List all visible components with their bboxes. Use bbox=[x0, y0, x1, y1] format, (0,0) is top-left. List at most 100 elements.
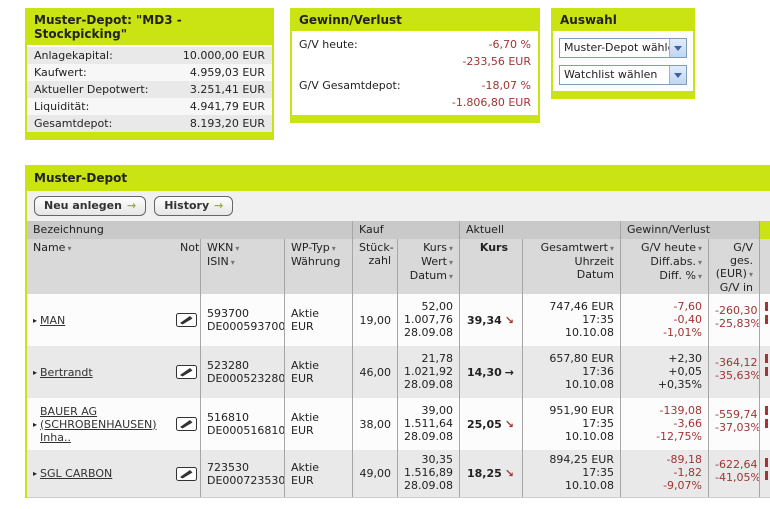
trend-down-icon: ↘ bbox=[504, 467, 514, 480]
summary-row: Anlagekapital: 10.000,00 EUR bbox=[27, 47, 272, 64]
gv-today-eur: -233,56 EUR bbox=[462, 55, 531, 68]
gv-ges-cell: -260,30 -25,83% bbox=[708, 294, 759, 346]
note-cell[interactable] bbox=[174, 294, 200, 346]
profit-loss-panel: Gewinn/Verlust G/V heute: -6,70 % -233,56… bbox=[290, 8, 540, 123]
gv-heute-cell: -7,60 -0,40 -1,01% bbox=[620, 294, 708, 346]
trend-down-icon: ↘ bbox=[504, 313, 514, 327]
cutoff-actions-cell[interactable] bbox=[759, 346, 770, 398]
stueckzahl-cell: 19,00 bbox=[352, 294, 397, 346]
gv-total-block: G/V Gesamtdepot: -18,07 % -1.806,80 EUR bbox=[292, 74, 538, 115]
wkn-isin-cell: 516810 DE0005168108 bbox=[200, 398, 284, 450]
stueckzahl-cell: 46,00 bbox=[352, 346, 397, 398]
gv-today-label: G/V heute: bbox=[299, 38, 358, 51]
col-header-cutoff bbox=[759, 239, 770, 294]
wptyp-cell: Aktie EUR bbox=[284, 346, 352, 398]
kurs-cell: 18,25 ↘ bbox=[459, 450, 522, 497]
chevron-down-icon[interactable] bbox=[669, 39, 686, 57]
kurs-cell: 39,34 ↘ bbox=[459, 294, 522, 346]
sort-down-icon: ▾ bbox=[448, 272, 453, 281]
depot-summary-rows: Anlagekapital: 10.000,00 EUR Kaufwert: 4.9… bbox=[27, 47, 272, 132]
depot-summary-title: Muster-Depot: "MD3 - Stockpicking" bbox=[27, 8, 272, 45]
table-toolbar: Neu anlegen → History → bbox=[27, 191, 770, 221]
table-row-name[interactable]: ▸ Bertrandt bbox=[27, 346, 174, 398]
sort-down-icon: ▾ bbox=[67, 244, 72, 253]
gv-heute-cell: -89,18 -1,82 -9,07% bbox=[620, 450, 708, 497]
note-edit-icon bbox=[176, 365, 197, 379]
col-header-gv-heute[interactable]: G/V heute ▾ Diff.abs. ▾ Diff. % ▾ bbox=[620, 239, 708, 294]
col-header-stueckzahl: Stück-zahl bbox=[352, 239, 397, 294]
summary-value: 4.941,79 EUR bbox=[189, 100, 265, 113]
stock-link[interactable]: MAN bbox=[40, 314, 65, 327]
col-header-gv-ges[interactable]: G/V ges.(EUR)▾G/V in %▲ bbox=[708, 239, 759, 294]
arrow-right-icon: → bbox=[214, 199, 224, 212]
depot-summary-panel: Muster-Depot: "MD3 - Stockpicking" Anlag… bbox=[25, 8, 274, 140]
history-button[interactable]: History → bbox=[154, 196, 234, 216]
trend-down-icon: ↘ bbox=[504, 417, 514, 431]
gesamtwert-cell: 747,46 EUR 17:35 10.10.08 bbox=[522, 294, 620, 346]
table-row-name[interactable]: ▸ SGL CARBON bbox=[27, 450, 174, 497]
table-row-name[interactable]: ▸ BAUER AG (SCHROBENHAUSEN) Inha.. bbox=[27, 398, 174, 450]
stock-link[interactable]: Bertrandt bbox=[40, 366, 93, 379]
gv-ges-cell: -364,12 -35,63% bbox=[708, 346, 759, 398]
table-row-name[interactable]: ▸ MAN bbox=[27, 294, 174, 346]
gv-today-percent: -6,70 % bbox=[488, 38, 531, 51]
group-header-gewinn-verlust: Gewinn/Verlust bbox=[620, 221, 759, 239]
summary-value: 4.959,03 EUR bbox=[189, 66, 265, 79]
watchlist-select[interactable]: Watchlist wählen bbox=[559, 65, 687, 85]
sort-down-icon: ▾ bbox=[697, 244, 702, 253]
stock-link[interactable]: SGL CARBON bbox=[40, 467, 112, 480]
summary-row: Aktueller Depotwert: 3.251,41 EUR bbox=[27, 81, 272, 98]
group-header-bezeichnung: Bezeichnung bbox=[27, 221, 352, 239]
summary-value: 8.193,20 EUR bbox=[189, 117, 265, 130]
gv-total-eur: -1.806,80 EUR bbox=[451, 96, 531, 109]
expand-icon: ▸ bbox=[33, 419, 38, 429]
stock-link[interactable]: BAUER AG (SCHROBENHAUSEN) Inha.. bbox=[40, 405, 168, 444]
group-header-kauf: Kauf bbox=[352, 221, 459, 239]
summary-row: Gesamtdepot: 8.193,20 EUR bbox=[27, 115, 272, 132]
summary-value: 10.000,00 EUR bbox=[182, 49, 265, 62]
group-header-aktuell: Aktuell bbox=[459, 221, 620, 239]
gv-heute-cell: +2,30 +0,05 +0,35% bbox=[620, 346, 708, 398]
trend-right-icon: → bbox=[504, 365, 514, 379]
note-cell[interactable] bbox=[174, 398, 200, 450]
gv-total-label: G/V Gesamtdepot: bbox=[299, 79, 401, 92]
gv-ges-cell: -622,64 -41,05% bbox=[708, 450, 759, 497]
chevron-down-icon[interactable] bbox=[669, 66, 686, 84]
kauf-cell: 30,35 1.516,89 28.09.08 bbox=[397, 450, 459, 497]
summary-label: Kaufwert: bbox=[34, 66, 87, 79]
gesamtwert-cell: 951,90 EUR 17:35 10.10.08 bbox=[522, 398, 620, 450]
note-cell[interactable] bbox=[174, 346, 200, 398]
col-header-gesamtwert[interactable]: Gesamtwert ▾ Uhrzeit Datum bbox=[522, 239, 620, 294]
kurs-cell: 14,30 → bbox=[459, 346, 522, 398]
panel-footer-strip bbox=[553, 91, 693, 99]
col-header-name[interactable]: Name ▾ bbox=[27, 239, 174, 294]
summary-label: Gesamtdepot: bbox=[34, 117, 113, 130]
kauf-cell: 52,00 1.007,76 28.09.08 bbox=[397, 294, 459, 346]
sort-down-icon: ▾ bbox=[448, 244, 453, 253]
col-header-aktuell-kurs: Kurs bbox=[459, 239, 522, 294]
kauf-cell: 39,00 1.511,64 28.09.08 bbox=[397, 398, 459, 450]
summary-label: Aktueller Depotwert: bbox=[34, 83, 149, 96]
sort-down-icon: ▾ bbox=[697, 272, 702, 281]
note-edit-icon bbox=[176, 313, 197, 327]
col-header-kauf-kurs[interactable]: Kurs ▾ Wert ▾ Datum ▾ bbox=[397, 239, 459, 294]
wkn-isin-cell: 723530 DE0007235301 bbox=[200, 450, 284, 497]
cutoff-actions-cell[interactable] bbox=[759, 398, 770, 450]
panel-footer-strip bbox=[27, 132, 272, 140]
col-header-wptyp[interactable]: WP-Typ ▾ Währung bbox=[284, 239, 352, 294]
summary-row: Liquidität: 4.941,79 EUR bbox=[27, 98, 272, 115]
musterdepot-select[interactable]: Muster-Depot wähler bbox=[559, 38, 687, 58]
col-header-notiz: Notiz bbox=[174, 239, 200, 294]
expand-icon: ▸ bbox=[33, 367, 38, 377]
cutoff-actions-cell[interactable] bbox=[759, 450, 770, 497]
wkn-isin-cell: 523280 DE0005232805 bbox=[200, 346, 284, 398]
col-header-wkn-isin[interactable]: WKN ▾ ISIN ▾ bbox=[200, 239, 284, 294]
cutoff-actions-cell[interactable] bbox=[759, 294, 770, 346]
new-entry-button[interactable]: Neu anlegen → bbox=[34, 196, 147, 216]
note-cell[interactable] bbox=[174, 450, 200, 497]
profit-loss-title: Gewinn/Verlust bbox=[292, 8, 538, 31]
gv-total-percent: -18,07 % bbox=[481, 79, 531, 92]
note-edit-icon bbox=[176, 466, 197, 481]
expand-icon: ▸ bbox=[33, 469, 38, 478]
summary-value: 3.251,41 EUR bbox=[189, 83, 265, 96]
